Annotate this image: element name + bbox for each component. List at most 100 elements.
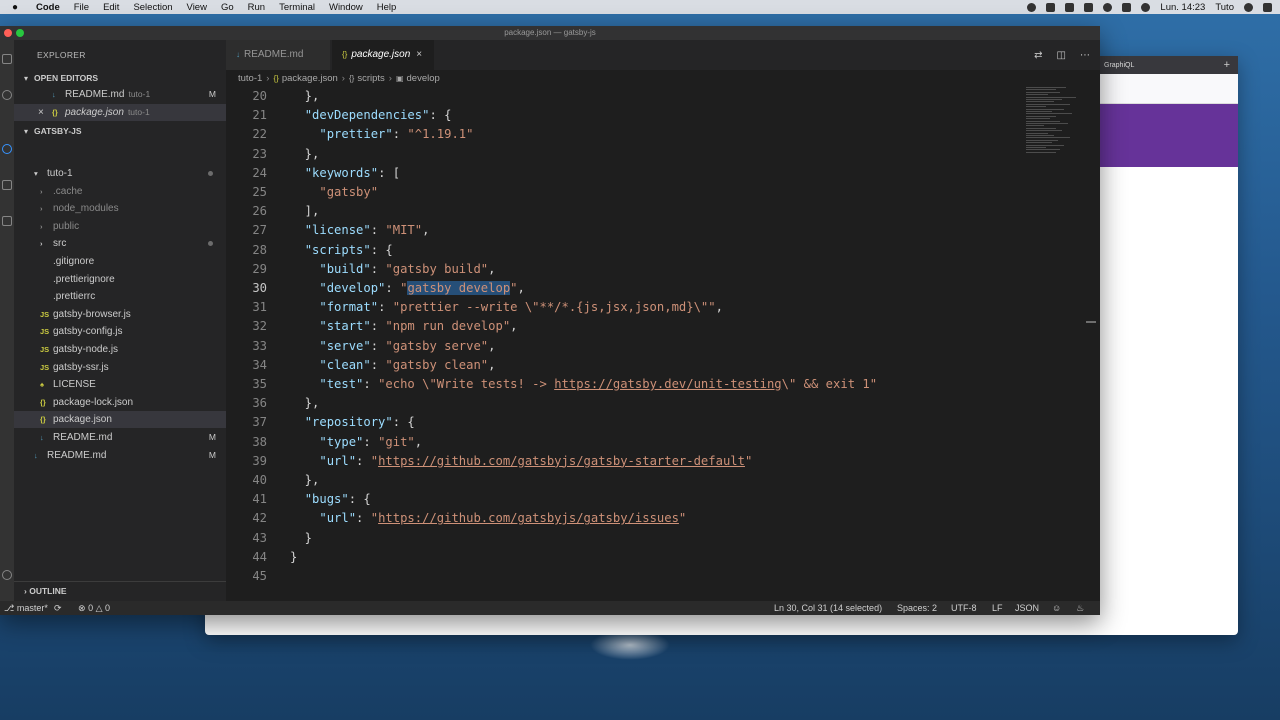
code-text: "type": "git", [290, 433, 422, 452]
close-icon[interactable]: × [38, 104, 52, 121]
tree-file[interactable]: .prettierrc [14, 288, 226, 305]
open-editor-readme[interactable]: ↓ README.md tuto-1 M [14, 86, 226, 103]
encoding-setting[interactable]: UTF-8 [951, 601, 977, 615]
extensions-icon[interactable] [2, 216, 12, 226]
list-icon[interactable] [1263, 2, 1272, 12]
minimap-line [1026, 115, 1056, 117]
menubar-clock[interactable]: Lun. 14:23 [1160, 2, 1205, 13]
zoom-window-icon[interactable] [16, 29, 24, 37]
minimap[interactable] [1026, 87, 1086, 157]
branch-indicator[interactable]: ⎇ master* [4, 601, 48, 615]
cursor-position[interactable]: Ln 30, Col 31 (14 selected) [774, 601, 882, 615]
breadcrumb-item[interactable]: develop [407, 73, 440, 84]
chevron-right-icon: › [266, 73, 270, 84]
tree-folder[interactable]: › .cache [14, 183, 226, 200]
menu-go[interactable]: Go [221, 2, 234, 13]
line-number: 40 [252, 473, 267, 487]
open-editor-package-json[interactable]: ×{} package.json tuto-1 [14, 104, 226, 121]
code-line: 37 "repository": { [226, 413, 1086, 432]
tree-file[interactable]: {} package-lock.json [14, 394, 226, 411]
menu-view[interactable]: View [187, 2, 207, 13]
language-mode[interactable]: JSON [1015, 601, 1039, 615]
open-editors-header[interactable]: ▾ OPEN EDITORS [24, 73, 98, 83]
menubar-user[interactable]: Tuto [1215, 2, 1234, 13]
breadcrumb-item[interactable]: tuto-1 [238, 73, 262, 84]
tree-folder[interactable]: ▾ tuto-1 [14, 165, 226, 182]
code-token: " [370, 453, 379, 468]
menu-help[interactable]: Help [377, 2, 397, 13]
vertical-scrollbar[interactable] [1086, 321, 1096, 323]
code-link[interactable]: https://github.com/gatsbyjs/gatsby-start… [378, 454, 745, 468]
clock-icon[interactable] [1141, 2, 1151, 12]
workspace-header[interactable]: ▾ GATSBY-JS [24, 126, 82, 136]
search-icon[interactable] [2, 90, 12, 100]
tab-readme[interactable]: ↓ README.md [226, 40, 330, 70]
screen-icon[interactable] [1084, 2, 1094, 12]
menu-terminal[interactable]: Terminal [279, 2, 315, 13]
feedback-icon[interactable]: ☺ [1052, 601, 1061, 615]
close-window-icon[interactable] [4, 29, 12, 37]
menu-edit[interactable]: Edit [103, 2, 119, 13]
search-icon[interactable] [1244, 2, 1253, 12]
menu-run[interactable]: Run [248, 2, 265, 13]
menu-selection[interactable]: Selection [133, 2, 172, 13]
code-token: , [488, 357, 496, 372]
tree-file[interactable]: .gitignore [14, 253, 226, 270]
tree-file[interactable]: ↓ README.md M [14, 429, 226, 446]
line-number: 20 [252, 89, 267, 103]
close-tab-icon[interactable]: × [416, 49, 422, 60]
battery-icon[interactable] [1122, 2, 1132, 12]
code-token: "repository" [304, 415, 393, 430]
menu-file[interactable]: File [74, 2, 89, 13]
code-token: "npm run develop" [385, 319, 511, 334]
new-tab-icon[interactable]: + [1224, 59, 1230, 71]
javascript-icon: JS [40, 309, 50, 319]
run-debug-icon[interactable] [2, 180, 12, 190]
tree-file[interactable]: JS gatsby-config.js [14, 323, 226, 340]
code-token: , [715, 300, 723, 315]
notifications-icon[interactable]: ♨ [1076, 601, 1084, 615]
tree-folder[interactable]: › public [14, 218, 226, 235]
tree-file[interactable]: ↓ README.md M [14, 447, 226, 464]
tree-file[interactable]: JS gatsby-browser.js [14, 306, 226, 323]
apple-icon[interactable]: ● [12, 2, 26, 13]
split-editor-icon[interactable]: ◫ [1057, 50, 1066, 61]
tree-file[interactable]: JS gatsby-ssr.js [14, 359, 226, 376]
record-icon[interactable] [1027, 2, 1037, 12]
timeline-icon[interactable] [2, 144, 12, 154]
wifi-icon[interactable] [1103, 2, 1113, 12]
chevron-right-icon: › [40, 186, 43, 196]
tree-folder[interactable]: › node_modules [14, 200, 226, 217]
license-icon: ♠ [40, 380, 44, 390]
browser-tab[interactable]: GraphiQL + [1098, 56, 1238, 74]
breadcrumb-item[interactable]: package.json [282, 73, 338, 84]
vscode-window: package.json — gatsby-js EXPLORER ▾ OPEN … [0, 26, 1100, 615]
eol-setting[interactable]: LF [992, 601, 1003, 615]
bell-icon[interactable] [1065, 2, 1075, 12]
problems-indicator[interactable]: ⊗ 0 △ 0 [78, 601, 110, 615]
tab-package-json[interactable]: {} package.json × [332, 40, 434, 70]
code-token: "url" [319, 453, 357, 468]
lock-icon[interactable] [1046, 2, 1056, 12]
code-editor[interactable]: 20 }, 21 "devDependencies": {22 "prettier… [226, 87, 1086, 601]
tree-file[interactable]: {} package.json [14, 411, 226, 429]
indentation-setting[interactable]: Spaces: 2 [897, 601, 937, 615]
code-token: "bugs" [304, 492, 349, 507]
tree-folder[interactable]: › src [14, 235, 226, 252]
more-actions-icon[interactable]: ⋯ [1080, 50, 1090, 61]
outline-section-header[interactable]: › OUTLINE [14, 581, 226, 601]
browser-tab-label: GraphiQL [1104, 62, 1135, 69]
browser-page-header [1098, 104, 1238, 167]
tree-file[interactable]: .prettierignore [14, 271, 226, 288]
breadcrumb-item[interactable]: scripts [357, 73, 384, 84]
settings-gear-icon[interactable] [2, 570, 12, 580]
menu-app[interactable]: Code [36, 2, 60, 13]
code-link[interactable]: https://github.com/gatsbyjs/gatsby/issue… [378, 511, 679, 525]
menu-window[interactable]: Window [329, 2, 363, 13]
tree-file[interactable]: JS gatsby-node.js [14, 341, 226, 358]
tree-file[interactable]: ♠ LICENSE [14, 376, 226, 393]
explorer-icon[interactable] [2, 54, 12, 64]
sync-icon[interactable]: ⟳ [54, 601, 62, 615]
compare-changes-icon[interactable]: ⇄ [1034, 50, 1042, 61]
code-link[interactable]: https://gatsby.dev/unit-testing [554, 377, 781, 391]
